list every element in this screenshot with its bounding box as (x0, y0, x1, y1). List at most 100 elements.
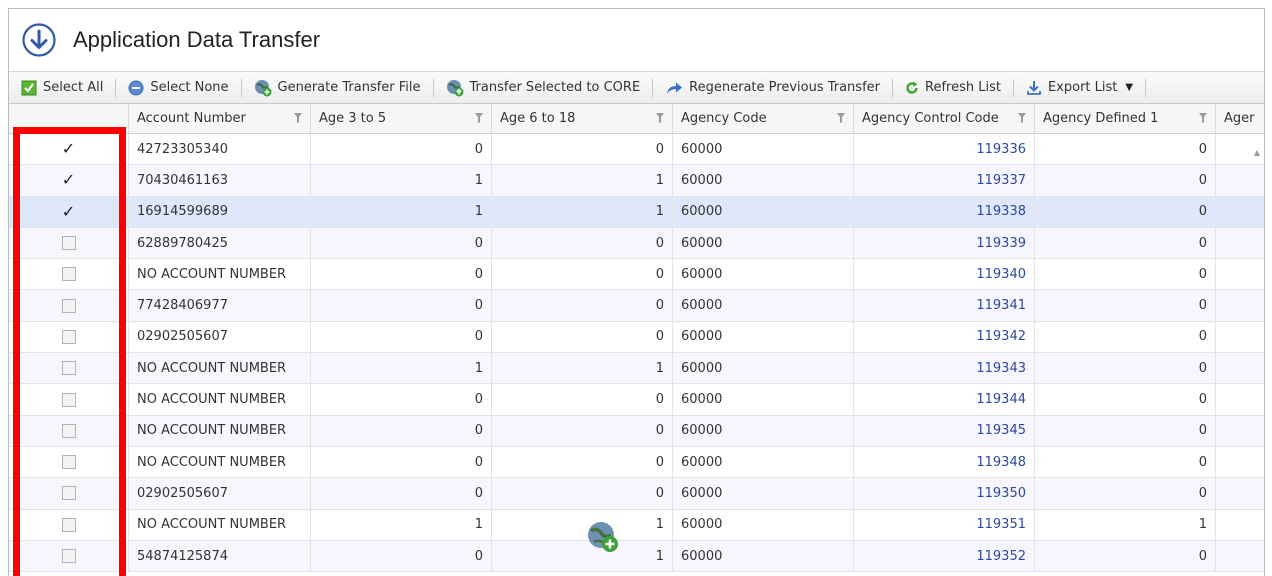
age-6-to-18-cell: 0 (492, 415, 673, 446)
agency-truncated-cell (1216, 478, 1264, 508)
table-row[interactable]: ✓ 16914599689 1 1 60000 119338 0 (9, 196, 1264, 228)
account-number-cell: NO ACCOUNT NUMBER (129, 353, 311, 384)
regenerate-previous-button[interactable]: Regenerate Previous Transfer (661, 72, 884, 103)
column-header-age-6-to-18[interactable]: Age 6 to 18 (492, 104, 673, 134)
checkbox-unchecked-icon[interactable] (61, 298, 76, 313)
checkbox-unchecked-icon[interactable] (61, 486, 76, 501)
agency-defined-1-cell: 0 (1035, 227, 1216, 259)
checkbox-unchecked-icon[interactable] (61, 392, 76, 407)
agency-code-cell: 60000 (673, 446, 854, 478)
agency-control-code-link[interactable]: 119337 (854, 165, 1035, 196)
account-number-cell: NO ACCOUNT NUMBER (129, 259, 311, 290)
row-checkbox[interactable] (9, 415, 129, 446)
row-checkbox[interactable] (9, 384, 129, 415)
table-row[interactable]: NO ACCOUNT NUMBER 0 0 60000 119340 0 (9, 259, 1264, 291)
agency-control-code-link[interactable]: 119343 (854, 353, 1035, 384)
table-row[interactable]: ✓ 70430461163 1 1 60000 119337 0 (9, 165, 1264, 197)
agency-control-code-link[interactable]: 119350 (854, 478, 1035, 509)
agency-control-code-link[interactable]: 119345 (854, 415, 1035, 446)
agency-control-code-link[interactable]: 119352 (854, 540, 1035, 572)
agency-control-code-link[interactable]: 119348 (854, 446, 1035, 478)
checkbox-checked-icon (21, 80, 37, 95)
row-checkbox[interactable] (9, 446, 129, 478)
column-header-agency-control-code[interactable]: Agency Control Code (854, 104, 1035, 134)
table-row[interactable]: NO ACCOUNT NUMBER 0 0 60000 119344 0 (9, 384, 1264, 416)
checkbox-checked-icon[interactable]: ✓ (62, 141, 75, 157)
row-checkbox[interactable] (9, 478, 129, 509)
age-6-to-18-cell: 1 (492, 196, 673, 227)
scroll-up-icon[interactable]: ▲ (1254, 148, 1260, 157)
filter-icon[interactable] (837, 113, 845, 123)
row-checkbox[interactable]: ✓ (9, 165, 129, 196)
table-row[interactable]: NO ACCOUNT NUMBER 1 1 60000 119351 1 (9, 509, 1264, 541)
filter-icon[interactable] (656, 113, 664, 123)
checkbox-unchecked-icon[interactable] (61, 423, 76, 438)
select-none-button[interactable]: Select None (124, 72, 232, 103)
row-checkbox[interactable] (9, 353, 129, 384)
table-row[interactable]: 77428406977 0 0 60000 119341 0 (9, 290, 1264, 322)
agency-control-code-link[interactable]: 119342 (854, 321, 1035, 353)
generate-transfer-file-button[interactable]: Generate Transfer File (250, 72, 425, 103)
checkbox-unchecked-icon[interactable] (61, 267, 76, 282)
agency-code-cell: 60000 (673, 290, 854, 321)
filter-icon[interactable] (475, 113, 483, 123)
age-6-to-18-cell: 0 (492, 384, 673, 415)
chevron-down-icon[interactable]: ▼ (1125, 82, 1133, 93)
age-6-to-18-cell: 0 (492, 446, 673, 478)
agency-control-code-link[interactable]: 119336 (854, 134, 1035, 165)
age-3-to-5-cell: 0 (311, 227, 492, 259)
checkbox-unchecked-icon[interactable] (61, 361, 76, 376)
table-row[interactable]: 02902505607 0 0 60000 119342 0 (9, 321, 1264, 354)
checkbox-checked-icon[interactable]: ✓ (62, 172, 75, 188)
agency-control-code-link[interactable]: 119339 (854, 227, 1035, 259)
age-3-to-5-cell: 0 (311, 384, 492, 415)
table-row[interactable]: NO ACCOUNT NUMBER 0 0 60000 119348 0 (9, 446, 1264, 479)
row-checkbox[interactable] (9, 227, 129, 259)
agency-control-code-link[interactable]: 119340 (854, 259, 1035, 290)
age-6-to-18-cell: 0 (492, 134, 673, 165)
table-row[interactable]: 02902505607 0 0 60000 119350 0 (9, 478, 1264, 510)
agency-control-code-link[interactable]: 119341 (854, 290, 1035, 321)
table-row[interactable]: ✓ 42723305340 0 0 60000 119336 0 (9, 134, 1264, 166)
checkbox-unchecked-icon[interactable] (61, 329, 76, 344)
column-header-agency-defined-1[interactable]: Agency Defined 1 (1035, 104, 1216, 134)
filter-icon[interactable] (1018, 113, 1026, 123)
agency-code-cell: 60000 (673, 353, 854, 384)
age-6-to-18-cell: 1 (492, 540, 673, 572)
table-row[interactable]: 54874125874 0 1 60000 119352 0 (9, 540, 1264, 573)
filter-icon[interactable] (294, 113, 302, 123)
agency-control-code-link[interactable]: 119338 (854, 196, 1035, 227)
export-list-button[interactable]: Export List ▼ (1022, 72, 1137, 103)
row-checkbox[interactable] (9, 540, 129, 572)
row-checkbox[interactable] (9, 259, 129, 290)
checkbox-unchecked-icon[interactable] (61, 549, 76, 563)
column-header-agency-code[interactable]: Agency Code (673, 104, 854, 134)
row-checkbox[interactable]: ✓ (9, 196, 129, 227)
row-checkbox[interactable] (9, 321, 129, 353)
account-number-cell: 54874125874 (129, 540, 311, 572)
table-row[interactable]: NO ACCOUNT NUMBER 0 0 60000 119345 0 (9, 415, 1264, 447)
checkbox-checked-icon[interactable]: ✓ (62, 203, 75, 220)
column-header-agency-truncated[interactable]: Ager (1216, 104, 1264, 134)
checkbox-unchecked-icon[interactable] (61, 517, 76, 532)
select-none-label: Select None (150, 80, 229, 95)
age-3-to-5-cell: 0 (311, 134, 492, 165)
table-row[interactable]: 62889780425 0 0 60000 119339 0 (9, 227, 1264, 260)
agency-control-code-link[interactable]: 119351 (854, 509, 1035, 540)
checkbox-unchecked-icon[interactable] (61, 236, 76, 251)
select-all-button[interactable]: Select All (17, 72, 107, 103)
row-checkbox[interactable] (9, 509, 129, 540)
age-3-to-5-cell: 1 (311, 165, 492, 196)
row-checkbox[interactable]: ✓ (9, 134, 129, 165)
agency-control-code-link[interactable]: 119344 (854, 384, 1035, 415)
column-header-account-number[interactable]: Account Number (129, 104, 311, 134)
row-checkbox[interactable] (9, 290, 129, 321)
agency-truncated-cell (1216, 447, 1264, 477)
refresh-list-button[interactable]: Refresh List (901, 72, 1005, 103)
column-header-age-3-to-5[interactable]: Age 3 to 5 (311, 104, 492, 134)
checkbox-unchecked-icon[interactable] (61, 455, 76, 470)
transfer-selected-button[interactable]: Transfer Selected to CORE (442, 72, 645, 103)
table-row[interactable]: NO ACCOUNT NUMBER 1 1 60000 119343 0 (9, 353, 1264, 385)
select-all-label: Select All (43, 80, 104, 95)
filter-icon[interactable] (1199, 113, 1207, 123)
